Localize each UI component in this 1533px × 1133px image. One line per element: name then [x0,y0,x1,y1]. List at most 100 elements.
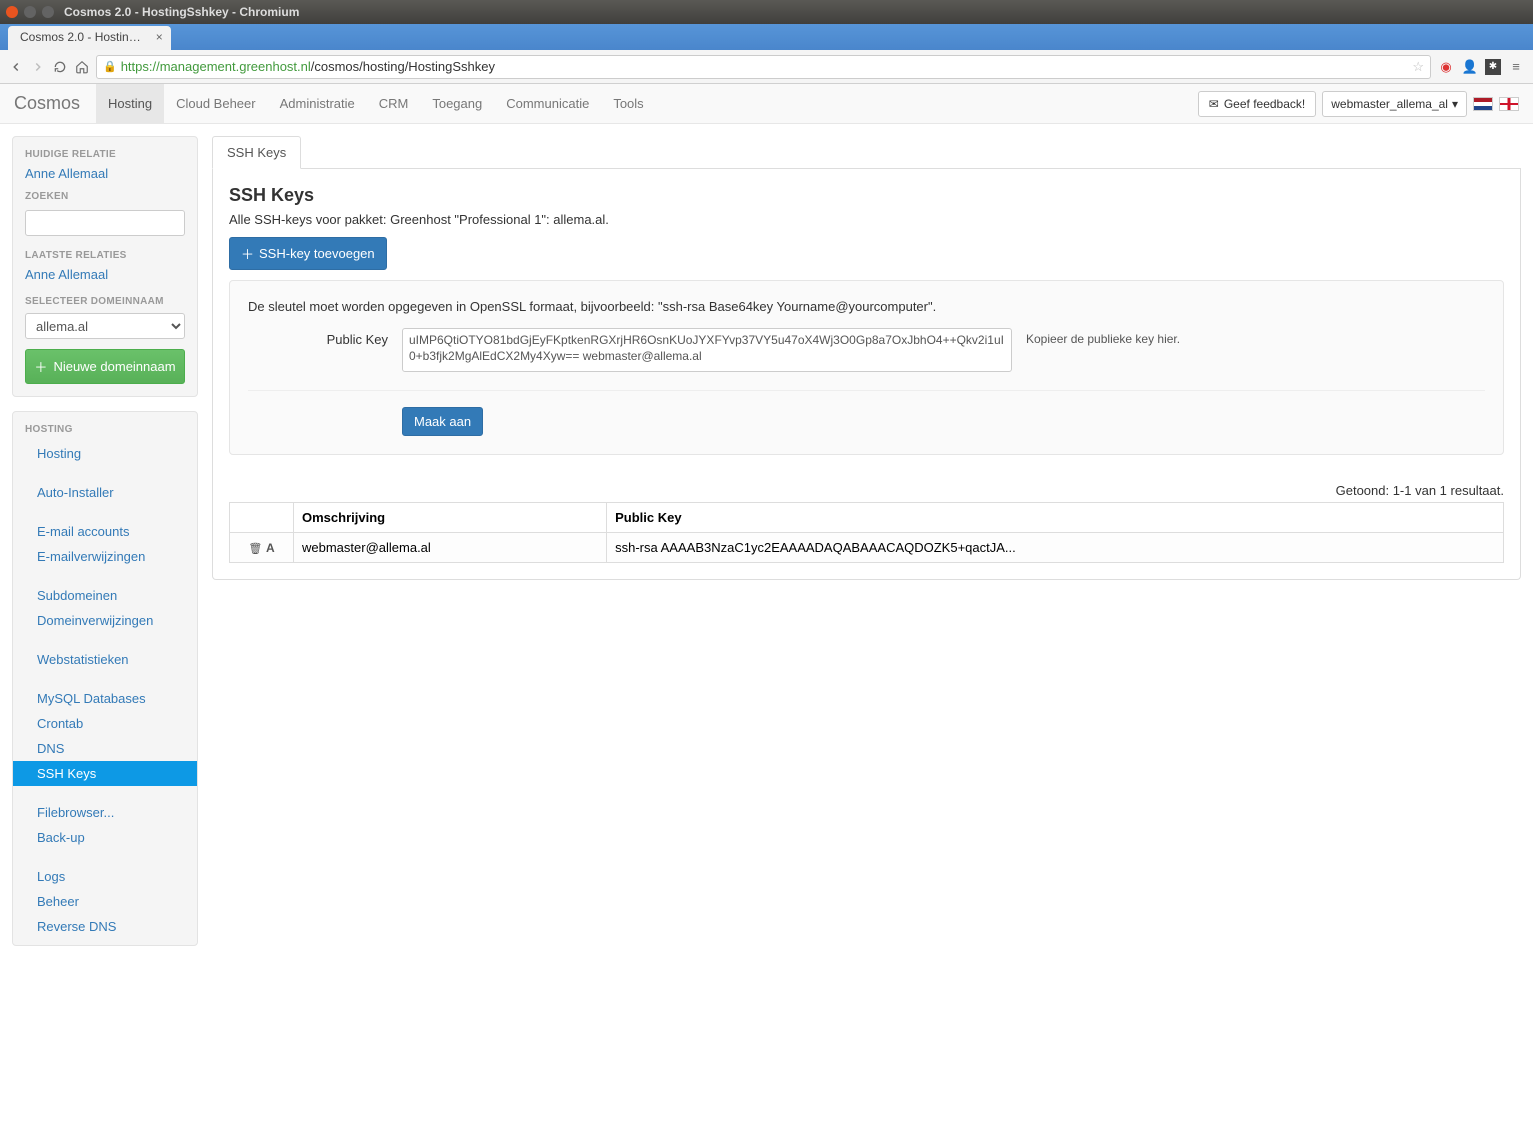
extension-icon-2[interactable]: 👤 [1461,58,1479,76]
sidebar-link[interactable]: E-mailverwijzingen [37,549,145,564]
hosting-heading: HOSTING [25,424,185,435]
domain-select[interactable]: allema.al [25,313,185,339]
sidebar-item-e-mailverwijzingen[interactable]: E-mailverwijzingen [25,544,185,569]
nav-item-toegang[interactable]: Toegang [420,84,494,123]
current-relation-link[interactable]: Anne Allemaal [25,166,108,181]
sidebar-item-auto-installer[interactable]: Auto-Installer [25,480,185,505]
user-name: webmaster_allema_al [1331,97,1448,111]
sidebar-link[interactable]: Crontab [37,716,83,731]
nav-item-communicatie[interactable]: Communicatie [494,84,601,123]
search-input[interactable] [25,210,185,236]
feedback-label: Geef feedback! [1224,97,1305,111]
app-navbar: Cosmos HostingCloud BeheerAdministratieC… [0,84,1533,124]
window-close-button[interactable] [6,6,18,18]
chrome-menu-icon[interactable]: ≡ [1507,58,1525,76]
sidebar-link[interactable]: Back-up [37,830,85,845]
lock-icon: 🔒 [103,60,117,73]
home-button[interactable] [74,59,90,75]
bookmark-star-icon[interactable]: ☆ [1412,59,1424,75]
plus-icon: ＋ [34,357,47,376]
url-path: /cosmos/hosting/HostingSshkey [311,59,495,74]
sidebar-link[interactable]: E-mail accounts [37,524,129,539]
public-key-help: Kopieer de publieke key hier. [1026,328,1180,346]
reload-button[interactable] [52,59,68,75]
sidebar-link[interactable]: Reverse DNS [37,919,116,934]
content-tabs: SSH Keys [212,136,1521,169]
feedback-button[interactable]: ✉ Geef feedback! [1198,91,1316,117]
back-button[interactable] [8,59,24,75]
sidebar-relation-well: HUIDIGE RELATIE Anne Allemaal ZOEKEN LAA… [12,136,198,397]
sidebar-item-back-up[interactable]: Back-up [25,825,185,850]
recent-relation-link[interactable]: Anne Allemaal [25,267,108,282]
tab-ssh-keys[interactable]: SSH Keys [212,136,301,169]
window-controls [6,6,54,18]
delete-icon[interactable] [248,540,262,555]
ssh-keys-table: Omschrijving Public Key webmaster@allema… [229,502,1504,563]
sidebar-item-filebrowser-[interactable]: Filebrowser... [25,800,185,825]
forward-button[interactable] [30,59,46,75]
sidebar-item-domeinverwijzingen[interactable]: Domeinverwijzingen [25,608,185,633]
os-titlebar: Cosmos 2.0 - HostingSshkey - Chromium [0,0,1533,24]
brand[interactable]: Cosmos [14,93,80,114]
new-domain-button[interactable]: ＋ Nieuwe domeinnaam [25,349,185,384]
sidebar-item-e-mail-accounts[interactable]: E-mail accounts [25,519,185,544]
user-dropdown[interactable]: webmaster_allema_al ▾ [1322,91,1467,117]
flag-nl-icon[interactable] [1473,97,1493,111]
form-hint: De sleutel moet worden opgegeven in Open… [248,299,1485,314]
sidebar-link[interactable]: Logs [37,869,65,884]
window-minimize-button[interactable] [24,6,36,18]
window-title: Cosmos 2.0 - HostingSshkey - Chromium [64,5,299,19]
rename-icon[interactable] [266,540,275,555]
select-domain-heading: SELECTEER DOMEINNAAM [25,296,185,307]
mail-icon: ✉ [1209,97,1219,111]
sidebar-link[interactable]: Filebrowser... [37,805,114,820]
sidebar-link[interactable]: Domeinverwijzingen [37,613,153,628]
sidebar-item-dns[interactable]: DNS [25,736,185,761]
add-ssh-key-button[interactable]: ＋ SSH-key toevoegen [229,237,387,270]
browser-tab-strip: Cosmos 2.0 - Hostin… × [0,24,1533,50]
sidebar-link[interactable]: Beheer [37,894,79,909]
browser-tab[interactable]: Cosmos 2.0 - Hostin… × [8,26,171,50]
sidebar-item-beheer[interactable]: Beheer [25,889,185,914]
sidebar-link[interactable]: SSH Keys [37,766,96,781]
sidebar-link[interactable]: MySQL Databases [37,691,146,706]
create-button[interactable]: Maak aan [402,407,483,436]
url-origin: https://management.greenhost.nl [121,59,311,74]
extension-icon-1[interactable]: ◉ [1437,58,1455,76]
sidebar-item-webstatistieken[interactable]: Webstatistieken [25,647,185,672]
address-bar[interactable]: 🔒 https://management.greenhost.nl/cosmos… [96,55,1431,79]
sidebar-link[interactable]: Webstatistieken [37,652,129,667]
sidebar-item-ssh-keys[interactable]: SSH Keys [13,761,197,786]
sidebar-link[interactable]: DNS [37,741,64,756]
nav-item-hosting[interactable]: Hosting [96,84,164,123]
nav-item-cloud-beheer[interactable]: Cloud Beheer [164,84,268,123]
result-count: Getoond: 1-1 van 1 resultaat. [229,483,1504,498]
col-description: Omschrijving [294,503,607,533]
nav-item-crm[interactable]: CRM [367,84,421,123]
col-public-key: Public Key [607,503,1504,533]
sidebar-item-logs[interactable]: Logs [25,864,185,889]
sidebar-link[interactable]: Auto-Installer [37,485,114,500]
extension-icon-3[interactable]: ✱ [1485,59,1501,75]
sidebar-link[interactable]: Hosting [37,446,81,461]
sidebar-item-crontab[interactable]: Crontab [25,711,185,736]
ssh-key-form: De sleutel moet worden opgegeven in Open… [229,280,1504,455]
page-subtitle: Alle SSH-keys voor pakket: Greenhost "Pr… [229,212,1504,227]
window-maximize-button[interactable] [42,6,54,18]
flag-gb-icon[interactable] [1499,97,1519,111]
close-tab-icon[interactable]: × [156,30,163,44]
sidebar-item-subdomeinen[interactable]: Subdomeinen [25,583,185,608]
public-key-textarea[interactable]: uIMP6QtiOTYO81bdGjEyFKptkenRGXrjHR6OsnKU… [402,328,1012,372]
sidebar-link[interactable]: Subdomeinen [37,588,117,603]
sidebar-item-hosting[interactable]: Hosting [25,441,185,466]
content-panel: SSH Keys Alle SSH-keys voor pakket: Gree… [212,169,1521,580]
nav-item-tools[interactable]: Tools [601,84,655,123]
cell-description: webmaster@allema.al [294,533,607,563]
nav-item-administratie[interactable]: Administratie [268,84,367,123]
sidebar-item-mysql-databases[interactable]: MySQL Databases [25,686,185,711]
sidebar-item-reverse-dns[interactable]: Reverse DNS [25,914,185,939]
public-key-label: Public Key [248,328,388,347]
new-domain-label: Nieuwe domeinnaam [53,359,175,374]
browser-toolbar: 🔒 https://management.greenhost.nl/cosmos… [0,50,1533,84]
sidebar: HUIDIGE RELATIE Anne Allemaal ZOEKEN LAA… [12,136,198,960]
